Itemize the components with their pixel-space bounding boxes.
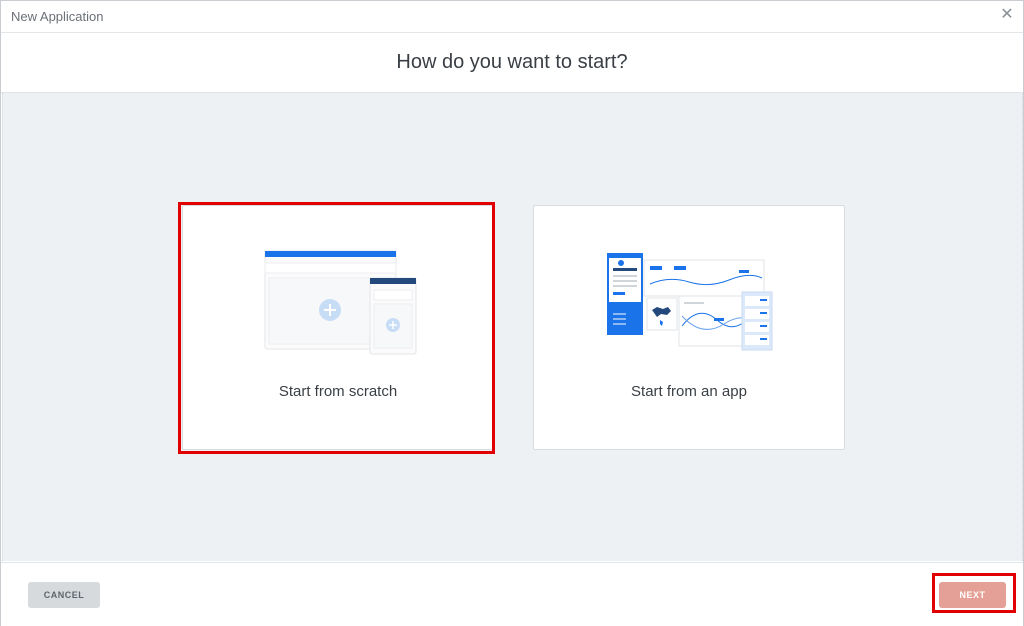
close-icon[interactable]: ✕ xyxy=(999,6,1015,24)
dialog-title: New Application xyxy=(11,9,104,24)
start-from-app-card[interactable]: Start from an app xyxy=(533,205,845,450)
page-heading: How do you want to start? xyxy=(1,33,1023,93)
app-template-illustration xyxy=(607,253,773,351)
page-title: How do you want to start? xyxy=(396,51,628,73)
dialog-titlebar: New Application ✕ xyxy=(1,1,1023,33)
window-header-bar xyxy=(265,251,396,257)
scratch-illustration xyxy=(264,250,417,355)
next-button[interactable]: NEXT xyxy=(939,582,1006,608)
start-from-scratch-label: Start from scratch xyxy=(278,383,398,400)
mobile-header-bar xyxy=(370,278,416,284)
options-area: Start from scratch Start from an app xyxy=(2,93,1023,561)
new-application-dialog: New Application ✕ How do you want to sta… xyxy=(0,0,1024,626)
start-from-app-label: Start from an app xyxy=(631,383,747,400)
dialog-footer: CANCEL NEXT xyxy=(1,562,1023,626)
cancel-button[interactable]: CANCEL xyxy=(28,582,100,608)
start-from-scratch-card[interactable]: Start from scratch xyxy=(182,205,494,450)
